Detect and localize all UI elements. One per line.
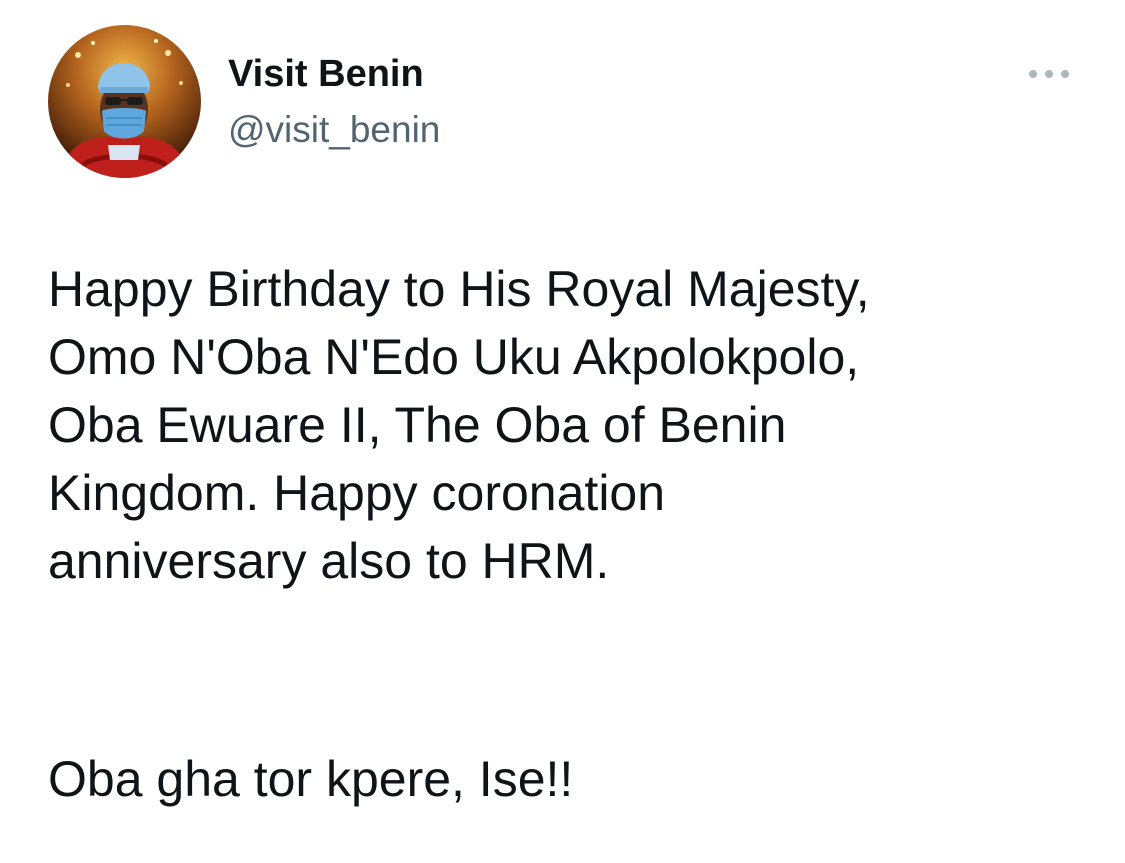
author-info: Visit Benin @visit_benin: [228, 51, 440, 153]
author-handle[interactable]: @visit_benin: [228, 107, 440, 153]
tweet-text-paragraph-2: Oba gha tor kpere, Ise!!: [48, 751, 574, 807]
author-display-name[interactable]: Visit Benin: [228, 51, 440, 97]
more-horizontal-icon: [1029, 70, 1069, 78]
tweet-text-line: Happy Birthday to His Royal Majesty,: [48, 261, 870, 317]
author-avatar[interactable]: [48, 25, 201, 178]
tweet-text-line: Kingdom. Happy coronation: [48, 465, 666, 521]
avatar-photo-icon: [48, 25, 201, 178]
more-options-button[interactable]: [1022, 56, 1076, 92]
tweet-text-line: Omo N'Oba N'Edo Uku Akpolokpolo,: [48, 329, 860, 385]
tweet-text: Happy Birthday to His Royal Majesty, Omo…: [48, 255, 1088, 595]
tweet-text-line: anniversary also to HRM.: [48, 533, 610, 589]
tweet-card: Visit Benin @visit_benin Happy Birthday …: [0, 0, 1125, 863]
tweet-text-line: Oba Ewuare II, The Oba of Benin: [48, 397, 787, 453]
